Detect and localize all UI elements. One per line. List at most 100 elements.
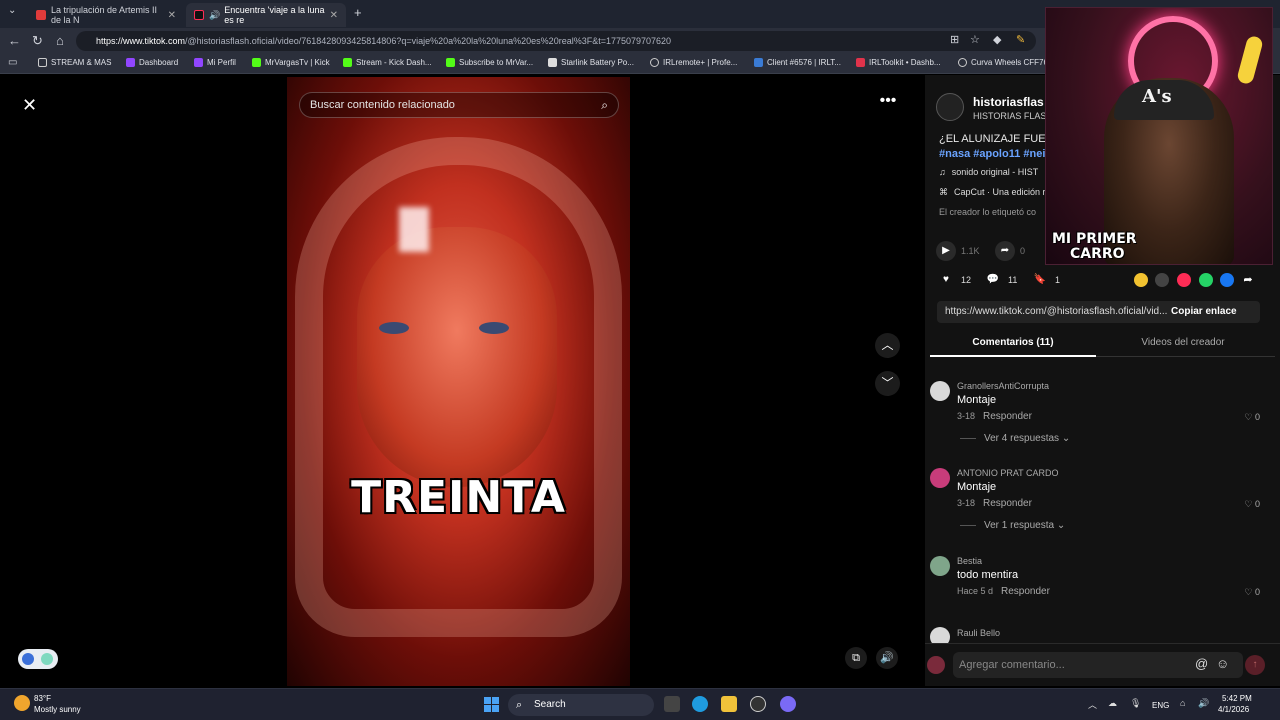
reply-button[interactable]: Responder (983, 498, 1032, 509)
chevron-down-icon[interactable]: ﹀ (875, 371, 900, 396)
search-icon[interactable]: ⌕ (601, 93, 608, 117)
new-tab-icon[interactable]: + (354, 5, 362, 20)
bookmark-kick[interactable]: MrVargasTv | Kick (252, 58, 330, 67)
onedrive-icon[interactable]: ☁ (1108, 698, 1117, 709)
share-icon[interactable]: ➦ (995, 241, 1015, 261)
task-view-icon[interactable] (664, 696, 680, 712)
weather-sun-icon[interactable] (14, 695, 30, 711)
view-replies-button[interactable]: Ver 4 respuestas ⌄ (960, 433, 1070, 444)
bookmark-irlremote[interactable]: IRLremote+ | Profe... (650, 58, 737, 67)
commenter-avatar[interactable] (930, 556, 950, 576)
extension-icon[interactable]: ◆ (993, 33, 1001, 46)
heart-icon[interactable]: ♥ (936, 270, 956, 290)
comment-text: Montaje (957, 394, 997, 406)
embed-icon[interactable] (1155, 273, 1169, 287)
bookmark-subscribe[interactable]: Subscribe to MrVar... (446, 58, 533, 67)
tab-comments[interactable]: Comentarios (11) (930, 333, 1096, 357)
copy-link-button[interactable]: Copiar enlace (1171, 301, 1237, 323)
capcut-row[interactable]: ⌘ CapCut · Una edición r (939, 187, 1046, 198)
video-hashtags[interactable]: #nasa #apolo11 #nei (939, 148, 1045, 160)
tab-close-icon[interactable]: ✕ (168, 10, 176, 21)
reading-list-icon[interactable]: ▭ (8, 57, 17, 68)
clock-time[interactable]: 5:42 PM (1222, 694, 1252, 703)
heart-outline-icon: ♡ (1244, 587, 1255, 597)
comment-like[interactable]: ♡ 0 (1244, 412, 1260, 423)
at-icon[interactable]: @ (1195, 656, 1208, 671)
send-icon[interactable]: ↑ (1245, 655, 1265, 675)
creator-avatar[interactable] (936, 93, 964, 121)
network-icon[interactable]: ⌂ (1180, 698, 1185, 708)
tab-creator-videos[interactable]: Videos del creador (1100, 333, 1266, 357)
microphone-icon[interactable]: 🎙 (1130, 698, 1141, 709)
bookmark-label: STREAM & MAS (51, 58, 112, 67)
comment-username[interactable]: Rauli Bello (957, 628, 1000, 638)
comment-username[interactable]: Bestia (957, 556, 982, 566)
video-player[interactable]: TREINTA (287, 77, 630, 686)
bookmark-stream[interactable]: STREAM & MAS (38, 58, 111, 67)
extension-pen-icon[interactable]: ✎ (1016, 33, 1025, 46)
music-note-icon: ♫ (939, 167, 946, 177)
facebook-icon[interactable] (1220, 273, 1234, 287)
app-icon[interactable]: ⊞ (950, 33, 959, 46)
commenter-avatar[interactable] (930, 468, 950, 488)
back-icon[interactable]: ← (8, 33, 21, 48)
floating-player-icon[interactable]: ⧉ (845, 647, 867, 669)
bookmark-client[interactable]: Client #6576 | IRLT... (754, 58, 841, 67)
url-field[interactable]: https://www.tiktok.com/@historiasflash.o… (76, 31, 1036, 51)
close-icon[interactable]: ✕ (22, 95, 37, 116)
tab-close-icon[interactable]: ✕ (330, 10, 338, 21)
bookmark-mi-perfil[interactable]: Mi Perfil (194, 58, 236, 67)
bookmark-irltoolkit[interactable]: IRLToolkit • Dashb... (856, 58, 941, 67)
bookmark-icon[interactable]: 🔖 (1030, 270, 1050, 290)
favorite-star-icon[interactable]: ☆ (970, 33, 980, 46)
bookmark-dashboard[interactable]: Dashboard (126, 58, 178, 67)
related-search-input[interactable]: Buscar contenido relacionado ⌕ (299, 92, 619, 118)
reply-button[interactable]: Responder (983, 411, 1032, 422)
language-indicator[interactable]: ENG (1152, 701, 1169, 710)
comment-username[interactable]: GranollersAntiCorrupta (957, 381, 1049, 391)
view-replies-button[interactable]: Ver 1 respuesta ⌄ (960, 520, 1065, 531)
cap-logo: A's (1142, 86, 1172, 107)
extension-pill[interactable] (18, 649, 58, 669)
discord-icon[interactable] (780, 696, 796, 712)
reload-icon[interactable]: ↻ (32, 33, 43, 49)
whatsapp-icon[interactable] (1199, 273, 1213, 287)
tab-menu-icon[interactable]: ⌄ (8, 5, 16, 16)
youtube-favicon-icon (36, 10, 46, 20)
tab-title: La tripulación de Artemis II de la N (51, 5, 158, 25)
volume-tray-icon[interactable]: 🔊 (1198, 698, 1209, 709)
more-icon[interactable]: ••• (876, 92, 900, 112)
tab-artemis[interactable]: La tripulación de Artemis II de la N ✕ (28, 3, 184, 27)
windows-start-icon[interactable] (484, 697, 499, 712)
more-share-icon[interactable]: ➦ (1241, 273, 1255, 287)
tab-tiktok[interactable]: 🔊 Encuentra 'viaje a la luna es re ✕ (186, 3, 346, 27)
emoji-icon[interactable]: ☺ (1216, 656, 1229, 671)
obs-icon[interactable] (750, 696, 766, 712)
commenter-avatar[interactable] (930, 627, 950, 643)
clock-date[interactable]: 4/1/2026 (1218, 705, 1249, 714)
edge-icon[interactable] (692, 696, 708, 712)
share-coin-icon[interactable] (1134, 273, 1148, 287)
bookmark-starlink[interactable]: Starlink Battery Po... (548, 58, 634, 67)
tray-chevron-icon[interactable]: ︿ (1088, 698, 1097, 711)
commenter-avatar[interactable] (930, 381, 950, 401)
chevron-up-icon[interactable]: ︿ (875, 333, 900, 358)
file-explorer-icon[interactable] (721, 696, 737, 712)
reply-button[interactable]: Responder (1001, 586, 1050, 597)
comment-like[interactable]: ♡ 0 (1244, 499, 1260, 510)
home-icon[interactable]: ⌂ (56, 33, 64, 48)
play-icon[interactable]: ▶ (936, 241, 956, 261)
comment-item: ANTONIO PRAT CARDO Montaje 3-18 Responde… (930, 468, 1260, 538)
bookmark-kick-dash[interactable]: Stream - Kick Dash... (343, 58, 432, 67)
bookmark-curva[interactable]: Curva Wheels CFF76 (958, 58, 1048, 67)
volume-icon[interactable]: 🔊 (876, 647, 898, 669)
comment-icon[interactable]: 💬 (983, 270, 1003, 290)
creator-name[interactable]: historiasflas (973, 95, 1044, 109)
comment-username[interactable]: ANTONIO PRAT CARDO (957, 468, 1059, 478)
sound-row[interactable]: ♫ sonido original - HIST (939, 167, 1038, 177)
folder-icon (38, 58, 47, 67)
comment-like[interactable]: ♡ 0 (1244, 587, 1260, 598)
weather-temp: 83°F (34, 694, 51, 703)
send-friends-icon[interactable] (1177, 273, 1191, 287)
taskbar-search[interactable]: ⌕ Search (508, 694, 654, 716)
